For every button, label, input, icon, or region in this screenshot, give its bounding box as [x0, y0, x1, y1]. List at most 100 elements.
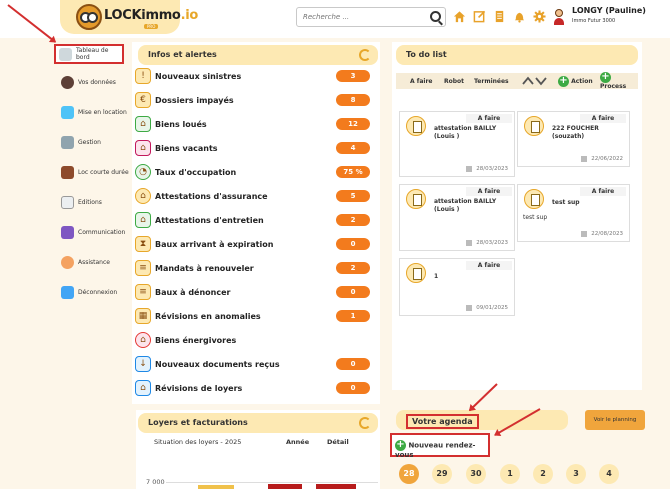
agenda-day[interactable]: 29: [432, 464, 452, 484]
gear-icon[interactable]: [533, 10, 546, 23]
agenda-day[interactable]: 2: [533, 464, 553, 484]
calendar-icon: [466, 305, 472, 311]
alert-row-biens-vacants[interactable]: ⌂ Biens vacants 4: [135, 139, 370, 157]
count-badge: 8: [336, 94, 370, 106]
agenda-day[interactable]: 1: [500, 464, 520, 484]
sort-arrows-icon[interactable]: [522, 75, 548, 86]
agenda-day[interactable]: 4: [599, 464, 619, 484]
sidebar-item-loc-courte-duree[interactable]: Loc courte durée: [58, 162, 130, 182]
sidebar-item-gestion[interactable]: Gestion: [58, 132, 130, 152]
todo-card[interactable]: A faire attestation BAILLY (Louis ) 28/0…: [399, 111, 515, 177]
count-badge: 2: [336, 262, 370, 274]
pie-chart-icon: ◔: [135, 164, 151, 180]
sidebar-item-label: Tableau de bord: [76, 47, 109, 61]
download-icon: ↓: [135, 356, 151, 372]
alert-row-nouveaux-documents[interactable]: ↓ Nouveaux documents reçus 0: [135, 355, 370, 373]
task-icon: [524, 116, 544, 136]
sidebar-item-mise-en-location[interactable]: Mise en location: [58, 102, 130, 122]
document-icon: [61, 195, 74, 209]
todo-card[interactable]: A faire 222 FOUCHER (souzath) 22/06/2022: [517, 111, 630, 167]
home-icon[interactable]: [453, 10, 466, 23]
search-box[interactable]: [296, 7, 446, 27]
plus-icon: +: [600, 71, 611, 83]
filter-robot[interactable]: Robot: [444, 78, 464, 85]
agenda-day-today[interactable]: 28: [399, 464, 419, 484]
sidebar-item-tableau-de-bord[interactable]: Tableau de bord: [54, 44, 124, 64]
agenda-day[interactable]: 30: [466, 464, 486, 484]
calendar-icon: [466, 166, 472, 172]
calendar-icon: [466, 240, 472, 246]
sidebar-item-label: Editions: [78, 198, 102, 206]
new-appointment-button[interactable]: + Nouveau rendez-vous: [390, 433, 490, 459]
sidebar-item-editions[interactable]: Editions: [58, 192, 130, 212]
task-status: A faire: [466, 187, 512, 196]
voir-planning-button[interactable]: Voir le planning: [585, 410, 645, 430]
user-data-icon: [61, 75, 74, 89]
hourglass-icon: ⧗: [135, 236, 151, 252]
process-button[interactable]: + Process: [600, 72, 638, 90]
logo-sub-badge: PRO: [144, 24, 159, 29]
refresh-icon[interactable]: [359, 49, 371, 61]
filter-a-faire[interactable]: A faire: [410, 78, 432, 85]
alert-row-biens-loues[interactable]: ⌂ Biens loués 12: [135, 115, 370, 133]
sidebar-item-communication[interactable]: Communication: [58, 222, 130, 242]
communication-icon: [61, 225, 74, 239]
chart-bar: [316, 484, 356, 489]
alert-row-revisions-anomalies[interactable]: ▦ Révisions en anomalies 1: [135, 307, 370, 325]
search-input[interactable]: [297, 8, 417, 26]
task-status: A faire: [580, 114, 626, 123]
task-date: 22/08/2023: [591, 231, 623, 237]
agenda-day[interactable]: 3: [566, 464, 586, 484]
task-body: test sup: [523, 214, 548, 221]
sidebar-item-assistance[interactable]: Assistance: [58, 252, 130, 272]
alert-row-attestations-assurance[interactable]: ⌂ Attestations d'assurance 5: [135, 187, 370, 205]
todo-card[interactable]: A faire test sup test sup 22/08/2023: [517, 184, 630, 242]
user-avatar[interactable]: [554, 9, 564, 25]
refresh-icon[interactable]: [359, 417, 371, 429]
y-axis-tick: 7 000: [146, 478, 165, 486]
document-icon[interactable]: [493, 10, 506, 23]
key-icon: [61, 105, 74, 119]
tab-detail[interactable]: Détail: [327, 438, 349, 446]
header-icons: [453, 10, 546, 23]
count-badge: 3: [336, 70, 370, 82]
plus-icon: +: [395, 439, 406, 451]
sidebar-item-vos-donnees[interactable]: Vos données: [58, 72, 130, 92]
todo-card[interactable]: A faire 1 09/01/2025: [399, 258, 515, 316]
alert-row-biens-energivores[interactable]: ⌂ Biens énergivores: [135, 331, 370, 349]
task-date: 22/06/2022: [591, 156, 623, 162]
filter-terminees[interactable]: Terminées: [474, 78, 509, 85]
insurance-icon: ⌂: [135, 188, 151, 204]
alert-row-revisions-loyers[interactable]: ⌂ Révisions de loyers 0: [135, 379, 370, 397]
alert-row-dossiers-impayes[interactable]: € Dossiers impayés 8: [135, 91, 370, 109]
lease-icon: ≡: [135, 284, 151, 300]
sidebar-item-label: Déconnexion: [78, 288, 118, 296]
top-header: LOCKimmo.io PRO LONGY (Pauline) Immo Fut…: [0, 0, 670, 38]
alert-row-mandats-renouveler[interactable]: ≡ Mandats à renouveler 2: [135, 259, 370, 277]
action-button[interactable]: + Action: [558, 74, 593, 87]
sidebar-item-label: Loc courte durée: [78, 168, 129, 176]
sidebar-item-deconnexion[interactable]: Déconnexion: [58, 282, 130, 302]
count-badge: 1: [336, 310, 370, 322]
search-icon[interactable]: [430, 11, 441, 22]
task-title: 1: [434, 273, 439, 280]
task-status: A faire: [466, 114, 512, 123]
chart-bar: [268, 484, 302, 489]
todo-card[interactable]: A faire attestation BAILLY (Louis ) 28/0…: [399, 184, 515, 251]
dashboard-icon: [59, 47, 72, 61]
plus-icon: +: [558, 74, 569, 87]
alert-row-taux-occupation[interactable]: ◔ Taux d'occupation 75 %: [135, 163, 370, 181]
alert-row-baux-expiration[interactable]: ⧗ Baux arrivant à expiration 0: [135, 235, 370, 253]
alert-row-baux-denoncer[interactable]: ≡ Baux à dénoncer 0: [135, 283, 370, 301]
task-status: A faire: [466, 261, 512, 270]
bell-icon[interactable]: [513, 10, 526, 23]
edit-icon[interactable]: [473, 10, 486, 23]
user-name[interactable]: LONGY (Pauline): [572, 6, 646, 15]
sidebar-item-label: Gestion: [78, 138, 101, 146]
chart-gridline: [166, 482, 378, 483]
alert-row-nouveaux-sinistres[interactable]: ! Nouveaux sinistres 3: [135, 67, 370, 85]
alert-row-attestations-entretien[interactable]: ⌂ Attestations d'entretien 2: [135, 211, 370, 229]
app-logo[interactable]: LOCKimmo.io PRO: [60, 0, 198, 34]
tab-annee[interactable]: Année: [286, 438, 309, 446]
count-badge: 12: [336, 118, 370, 130]
